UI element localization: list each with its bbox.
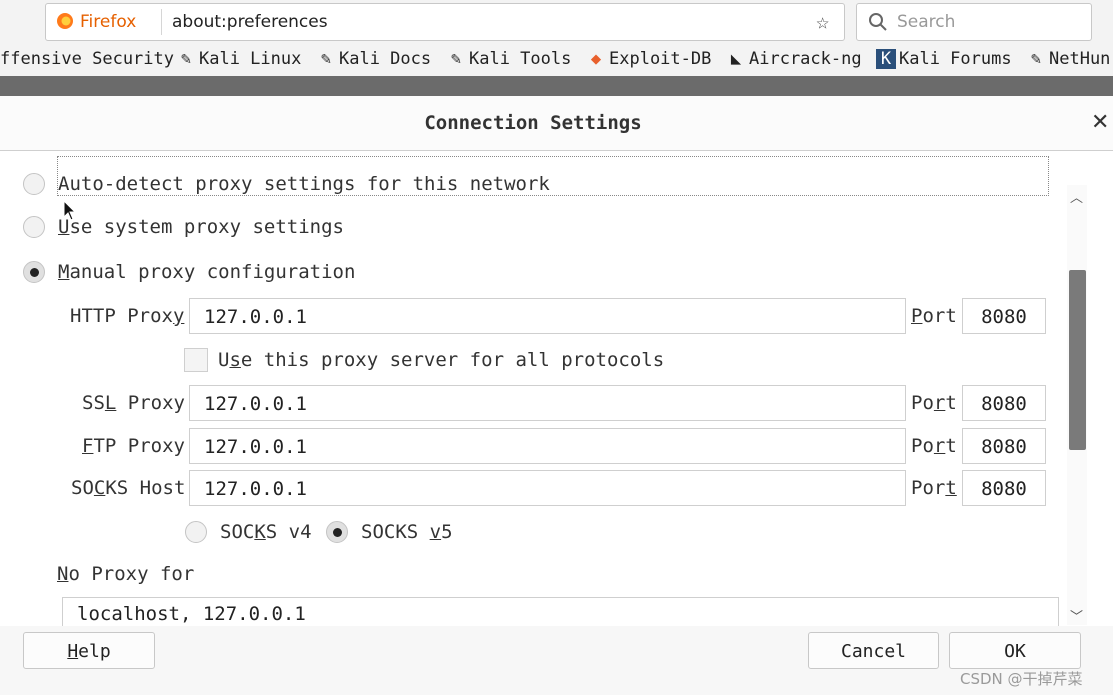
search-bar[interactable]: Search — [856, 3, 1092, 41]
kali-dragon-icon: ✎ — [180, 49, 192, 69]
kali-dragon-icon: ✎ — [1030, 49, 1042, 69]
page-backdrop — [0, 76, 1113, 96]
ssl-proxy-label: SSL Proxy — [82, 392, 185, 414]
use-for-all-label: Use this proxy server for all protocols — [218, 349, 665, 371]
socks-v4-label: SOCKS v4 — [220, 521, 312, 543]
firefox-icon — [57, 13, 73, 29]
socks-v4-radio[interactable] — [185, 521, 207, 543]
no-proxy-label: No Proxy for — [57, 563, 195, 585]
ssl-port-input[interactable]: 8080 — [962, 385, 1046, 421]
http-proxy-label: HTTP Proxy — [70, 305, 185, 327]
bookmarks-toolbar: ffensive Security ✎ Kali Linux ✎ Kali Docs… — [0, 44, 1113, 76]
bookmark-aircrack-ng[interactable]: ◣ Aircrack-ng — [726, 49, 862, 69]
scroll-up-icon[interactable]: ︿ — [1070, 187, 1083, 206]
bookmark-kali-docs[interactable]: ✎ Kali Docs — [316, 49, 431, 69]
http-proxy-input[interactable]: 127.0.0.1 — [189, 298, 906, 334]
focus-ring — [57, 156, 1049, 196]
ftp-proxy-label: FTP Proxy — [82, 435, 185, 457]
manual-proxy-radio[interactable] — [23, 261, 45, 283]
scroll-down-icon[interactable]: ﹀ — [1070, 606, 1083, 625]
kali-forums-icon: K — [876, 49, 896, 69]
bookmark-nethunter[interactable]: ✎ NetHun — [1026, 49, 1111, 69]
ssl-port-label: Port — [911, 392, 957, 414]
socks-host-input[interactable]: 127.0.0.1 — [189, 470, 906, 506]
ftp-port-input[interactable]: 8080 — [962, 428, 1046, 464]
kali-dragon-icon: ✎ — [450, 49, 462, 69]
ftp-proxy-input[interactable]: 127.0.0.1 — [189, 428, 906, 464]
ok-button[interactable]: OK — [949, 632, 1081, 669]
mouse-cursor-icon — [63, 200, 77, 221]
title-divider — [0, 150, 1113, 151]
auto-detect-radio[interactable] — [23, 173, 45, 195]
socks-v5-radio[interactable] — [326, 521, 348, 543]
bookmark-star-icon[interactable]: ☆ — [816, 10, 829, 35]
ssl-proxy-input[interactable]: 127.0.0.1 — [189, 385, 906, 421]
http-port-input[interactable]: 8080 — [962, 298, 1046, 334]
url-text[interactable]: about:preferences — [172, 12, 328, 32]
kali-dragon-icon: ✎ — [320, 49, 332, 69]
no-proxy-textarea[interactable]: localhost, 127.0.0.1 — [62, 597, 1059, 627]
http-port-label: Port — [911, 305, 957, 327]
dialog-title: Connection Settings — [424, 112, 642, 134]
close-icon[interactable]: ✕ — [1091, 110, 1109, 135]
bookmark-kali-tools[interactable]: ✎ Kali Tools — [446, 49, 571, 69]
bookmark-kali-forums[interactable]: K Kali Forums — [876, 49, 1012, 69]
scrollbar-thumb[interactable] — [1069, 270, 1086, 450]
aircrack-icon: ◣ — [730, 49, 742, 69]
bookmark-offensive-security[interactable]: ffensive Security — [0, 49, 174, 69]
bookmark-kali-linux[interactable]: ✎ Kali Linux — [176, 49, 301, 69]
search-icon — [869, 13, 887, 31]
bookmark-exploit-db[interactable]: ◆ Exploit-DB — [586, 49, 711, 69]
use-for-all-checkbox[interactable] — [184, 348, 208, 372]
search-placeholder: Search — [897, 12, 956, 32]
system-proxy-label: Use system proxy settings — [58, 216, 344, 238]
help-button[interactable]: Help — [23, 632, 155, 669]
dialog-titlebar: Connection Settings ✕ — [0, 96, 1113, 151]
system-proxy-radio[interactable] — [23, 216, 45, 238]
socks-v5-label: SOCKS v5 — [361, 521, 453, 543]
socks-host-label: SOCKS Host — [71, 477, 186, 499]
identity-label: Firefox — [80, 12, 137, 32]
cancel-button[interactable]: Cancel — [808, 632, 939, 669]
ftp-port-label: Port — [911, 435, 957, 457]
browser-toolbar: Firefox about:preferences ☆ Search ffens… — [0, 0, 1113, 96]
dialog-footer — [0, 626, 1113, 695]
exploit-db-icon: ◆ — [590, 49, 602, 69]
socks-port-label: Port — [911, 477, 957, 499]
watermark: CSDN @干掉芹菜 — [960, 670, 1083, 688]
url-bar[interactable]: Firefox about:preferences ☆ — [45, 3, 845, 41]
manual-proxy-label: Manual proxy configuration — [58, 261, 356, 283]
socks-port-input[interactable]: 8080 — [962, 470, 1046, 506]
url-separator — [161, 9, 162, 35]
